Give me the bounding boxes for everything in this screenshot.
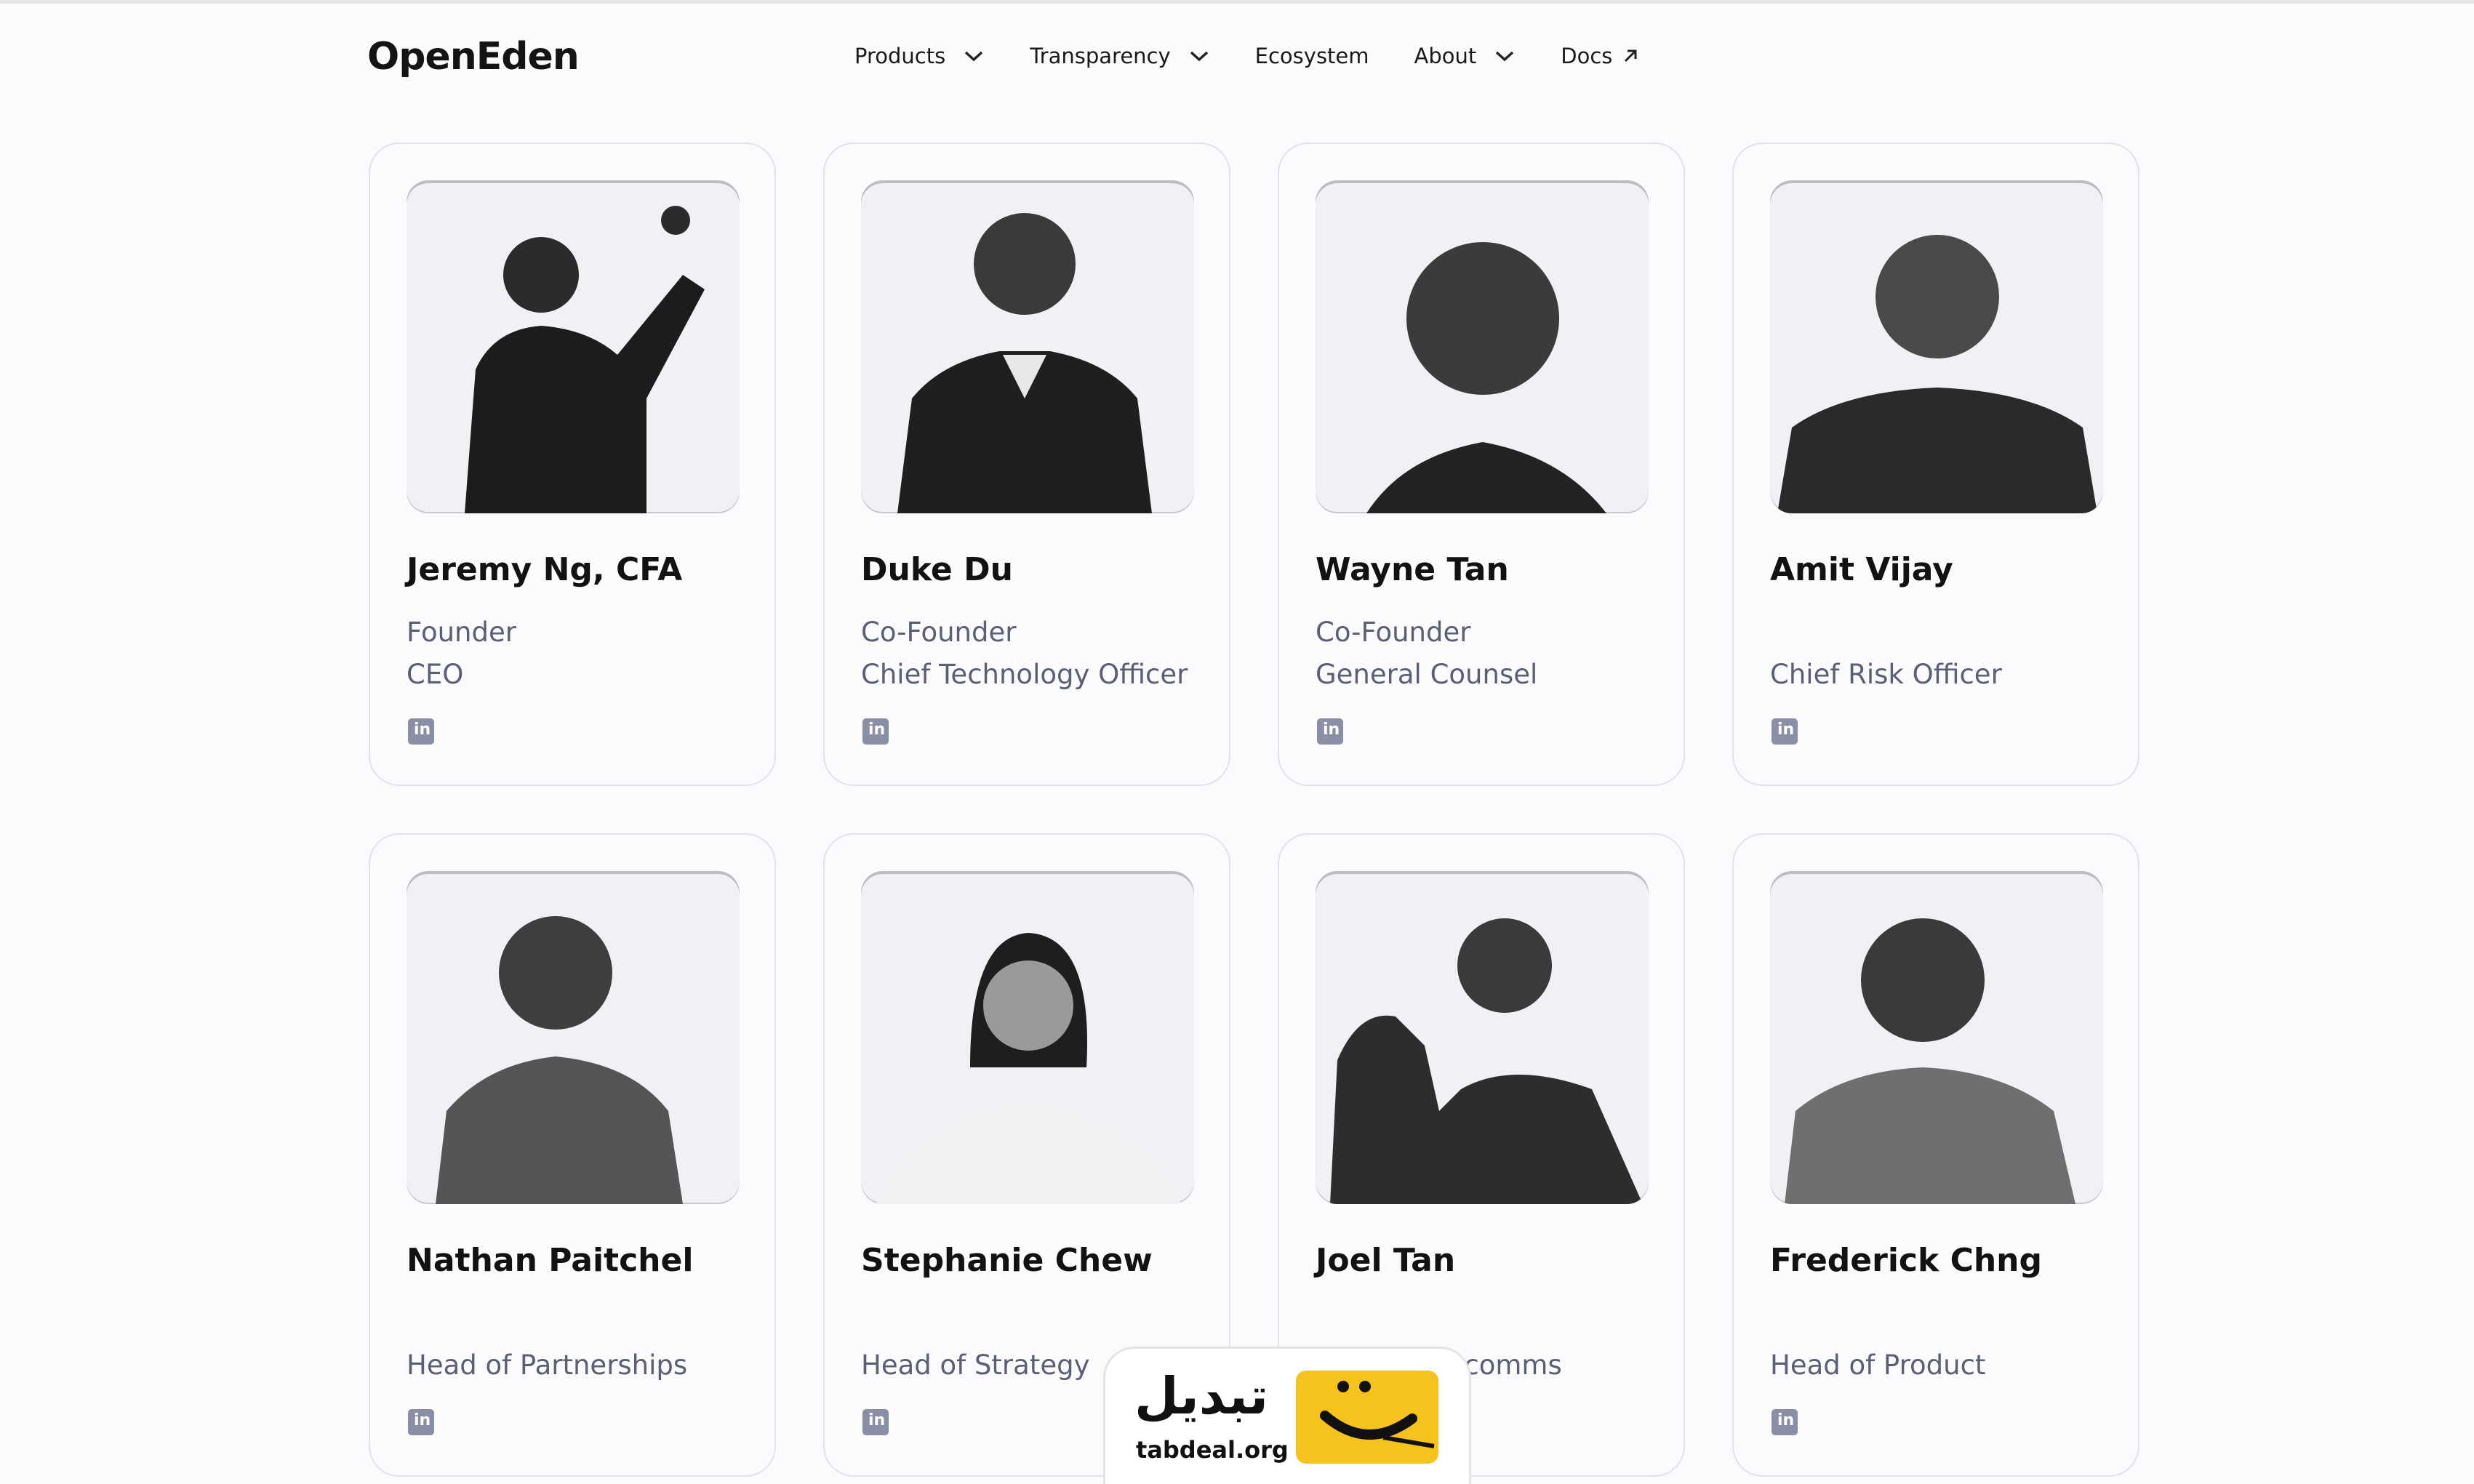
tabdeal-watermark: تبدیل tabdeal.org xyxy=(1105,1349,1469,1484)
profile-photo xyxy=(1316,180,1649,513)
linkedin-icon[interactable]: in xyxy=(862,718,889,745)
linkedin-icon[interactable]: in xyxy=(862,1409,889,1435)
linkedin-icon[interactable]: in xyxy=(1317,718,1343,745)
chevron-down-icon xyxy=(1190,51,1208,62)
member-role-secondary: rcomms xyxy=(1454,1349,1562,1381)
member-role-secondary: Chief Technology Officer xyxy=(861,659,1188,690)
profile-photo xyxy=(1316,871,1649,1204)
member-role-primary: Co-Founder xyxy=(861,617,1017,648)
member-role-secondary: Head of Partnerships xyxy=(407,1349,688,1381)
member-name: Wayne Tan xyxy=(1316,551,1509,588)
linkedin-glyph: in xyxy=(1777,1411,1795,1429)
linkedin-icon[interactable]: in xyxy=(1772,1409,1798,1435)
external-link-icon xyxy=(1625,49,1637,63)
linkedin-icon[interactable]: in xyxy=(1772,718,1798,745)
tabdeal-logo-icon xyxy=(1296,1371,1438,1464)
member-role-primary: Founder xyxy=(407,617,516,648)
chevron-down-icon xyxy=(1496,51,1514,62)
linkedin-glyph: in xyxy=(868,1411,886,1429)
profile-photo xyxy=(407,180,740,513)
nav-about-label: About xyxy=(1414,44,1477,68)
linkedin-icon[interactable]: in xyxy=(408,1409,434,1435)
main-nav: Products Transparency Ecosystem About Do… xyxy=(854,44,1685,68)
member-name: Jeremy Ng, CFA xyxy=(407,551,683,588)
chevron-down-icon xyxy=(965,51,983,62)
profile-photo xyxy=(1770,180,2103,513)
team-card: Wayne Tan Co-Founder General Counsel in xyxy=(1278,143,1685,786)
member-name: Stephanie Chew xyxy=(861,1242,1153,1279)
linkedin-glyph: in xyxy=(868,721,886,739)
linkedin-glyph: in xyxy=(1777,721,1795,739)
nav-about[interactable]: About xyxy=(1414,44,1516,68)
member-name: Nathan Paitchel xyxy=(407,1242,694,1279)
member-role-secondary: Head of Product xyxy=(1770,1349,1986,1381)
member-name: Frederick Chng xyxy=(1770,1242,2042,1279)
nav-ecosystem[interactable]: Ecosystem xyxy=(1255,44,1369,68)
linkedin-glyph: in xyxy=(1323,721,1340,739)
team-card: Jeremy Ng, CFA Founder CEO in xyxy=(369,143,776,786)
watermark-domain: tabdeal.org xyxy=(1136,1436,1289,1464)
nav-products-label: Products xyxy=(854,44,946,68)
nav-transparency-label: Transparency xyxy=(1030,44,1171,68)
team-card: Amit Vijay Chief Risk Officer in xyxy=(1732,143,2139,786)
member-role-secondary: Chief Risk Officer xyxy=(1770,659,2002,690)
member-role-secondary: CEO xyxy=(407,659,464,690)
linkedin-glyph: in xyxy=(414,721,431,739)
watermark-brand: تبدیل xyxy=(1134,1366,1269,1426)
profile-photo xyxy=(861,871,1194,1204)
team-card: Duke Du Co-Founder Chief Technology Offi… xyxy=(823,143,1230,786)
profile-photo xyxy=(861,180,1194,513)
member-role-primary: Co-Founder xyxy=(1316,617,1471,648)
linkedin-icon[interactable]: in xyxy=(408,718,434,745)
member-name: Amit Vijay xyxy=(1770,551,1953,588)
top-border xyxy=(0,0,2474,4)
profile-photo xyxy=(407,871,740,1204)
member-name: Joel Tan xyxy=(1316,1242,1456,1279)
openeden-logo[interactable]: OpenEden xyxy=(367,35,580,79)
nav-ecosystem-label: Ecosystem xyxy=(1254,44,1369,68)
nav-docs-label: Docs xyxy=(1561,44,1613,68)
linkedin-glyph: in xyxy=(414,1411,431,1429)
team-card: Frederick Chng Head of Product in xyxy=(1732,833,2139,1477)
member-role-secondary: Head of Strategy xyxy=(861,1349,1090,1381)
team-card: Nathan Paitchel Head of Partnerships in xyxy=(369,833,776,1477)
nav-products[interactable]: Products xyxy=(854,44,985,68)
member-name: Duke Du xyxy=(861,551,1013,588)
member-role-secondary: General Counsel xyxy=(1316,659,1538,690)
nav-transparency[interactable]: Transparency xyxy=(1030,44,1209,68)
team-grid: Jeremy Ng, CFA Founder CEO in Duke Du Co… xyxy=(369,143,2139,1477)
profile-photo xyxy=(1770,871,2103,1204)
nav-docs[interactable]: Docs xyxy=(1561,44,1640,68)
